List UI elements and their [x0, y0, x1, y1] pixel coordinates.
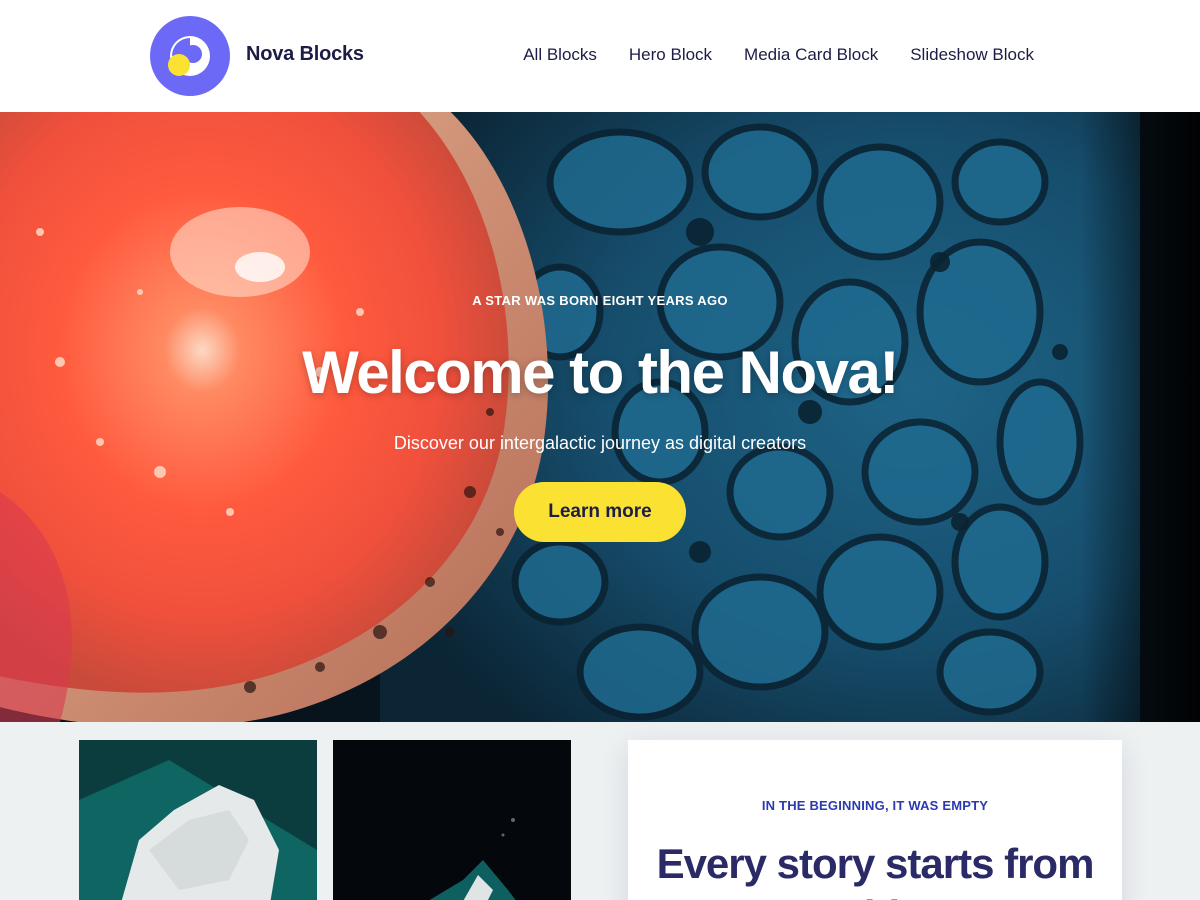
media-card: IN THE BEGINNING, IT WAS EMPTY Every sto… [628, 740, 1122, 900]
learn-more-button[interactable]: Learn more [514, 482, 686, 542]
nav-link-media-card-block[interactable]: Media Card Block [744, 45, 878, 65]
nav-link-all-blocks[interactable]: All Blocks [523, 45, 597, 65]
site-title[interactable]: Nova Blocks [246, 43, 364, 66]
hero-content: A STAR WAS BORN EIGHT YEARS AGO Welcome … [0, 112, 1200, 722]
card-eyebrow: IN THE BEGINNING, IT WAS EMPTY [761, 798, 989, 813]
nav-link-slideshow-block[interactable]: Slideshow Block [910, 45, 1034, 65]
gallery-image-iceberg[interactable] [79, 740, 317, 900]
main-nav: All Blocks Hero Block Media Card Block S… [523, 45, 1034, 65]
gallery-image-dark[interactable] [333, 740, 571, 900]
hero-subtitle: Discover our intergalactic journey as di… [393, 433, 807, 453]
nova-logo-icon[interactable] [150, 16, 230, 96]
hero-section: A STAR WAS BORN EIGHT YEARS AGO Welcome … [0, 112, 1200, 722]
hero-title: Welcome to the Nova! [302, 339, 899, 406]
hero-eyebrow: A STAR WAS BORN EIGHT YEARS AGO [472, 293, 728, 308]
nav-link-hero-block[interactable]: Hero Block [629, 45, 712, 65]
site-header: Nova Blocks All Blocks Hero Block Media … [0, 0, 1200, 112]
card-title: Every story starts from nothing [656, 840, 1095, 900]
media-card-section: IN THE BEGINNING, IT WAS EMPTY Every sto… [0, 722, 1200, 900]
